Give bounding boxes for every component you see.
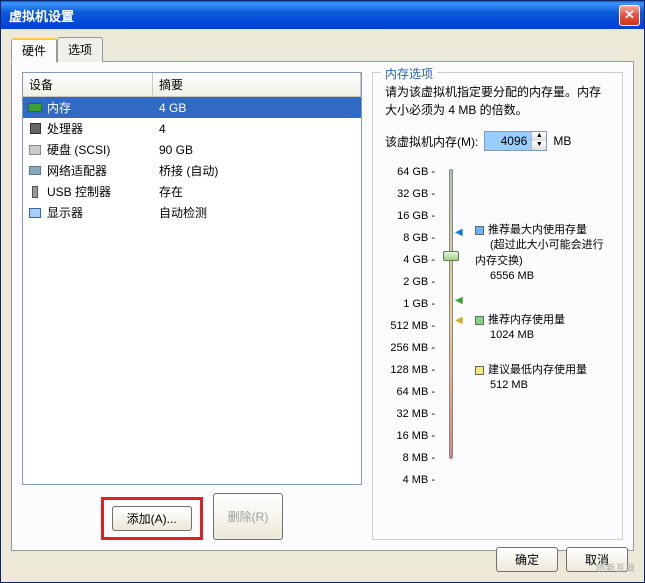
square-blue-icon [475, 226, 484, 235]
device-summary: 4 [153, 122, 357, 136]
scale-labels: 64 GB ‑32 GB ‑16 GB ‑8 GB ‑4 GB ‑2 GB ‑1… [385, 165, 435, 495]
device-name: USB 控制器 [47, 183, 153, 200]
usb-icon [27, 185, 43, 199]
marker-max-icon: ◀ [455, 227, 463, 238]
scale-tick-label: 16 GB ‑ [385, 209, 435, 231]
memory-panel: 内存选项 请为该虚拟机指定要分配的内存量。内存大小必须为 4 MB 的倍数。 该… [372, 72, 623, 540]
table-row[interactable]: USB 控制器存在 [23, 181, 361, 202]
scale-tick-label: 64 MB ‑ [385, 385, 435, 407]
scale-tick-label: 4 MB ‑ [385, 473, 435, 495]
square-green-icon [475, 316, 484, 325]
memory-scale: 64 GB ‑32 GB ‑16 GB ‑8 GB ‑4 GB ‑2 GB ‑1… [385, 165, 610, 495]
titlebar: 虚拟机设置 ✕ [1, 1, 644, 29]
memory-slider-thumb[interactable] [443, 251, 459, 261]
close-button[interactable]: ✕ [619, 5, 640, 26]
marker-min-icon: ◀ [455, 315, 463, 326]
device-table-header: 设备 摘要 [23, 73, 361, 97]
settings-window: 虚拟机设置 ✕ 硬件 选项 设备 摘要 内存4 GB处理器4硬盘 (SCSI)9… [0, 0, 645, 583]
scale-tick-label: 32 GB ‑ [385, 187, 435, 209]
tab-body: 设备 摘要 内存4 GB处理器4硬盘 (SCSI)90 GB网络适配器桥接 (自… [11, 61, 634, 551]
spinner-up-icon[interactable]: ▲ [532, 132, 546, 141]
rec-max-label: 推荐最大内使用存量 [488, 224, 587, 236]
markers-text: 推荐最大内使用存量 (超过此大小可能会进行内存交换) 6556 MB 推荐内存使… [469, 165, 610, 495]
header-summary[interactable]: 摘要 [153, 73, 361, 96]
scale-tick-label: 8 GB ‑ [385, 231, 435, 253]
header-device[interactable]: 设备 [23, 73, 153, 96]
device-rows: 内存4 GB处理器4硬盘 (SCSI)90 GB网络适配器桥接 (自动)USB … [23, 97, 361, 223]
device-name: 内存 [47, 99, 153, 116]
device-panel: 设备 摘要 内存4 GB处理器4硬盘 (SCSI)90 GB网络适配器桥接 (自… [22, 72, 362, 540]
spinner-arrows: ▲ ▼ [531, 132, 546, 150]
spinner-down-icon[interactable]: ▼ [532, 141, 546, 150]
device-summary: 自动检测 [153, 204, 357, 221]
window-title: 虚拟机设置 [9, 6, 619, 25]
hdd-icon [27, 143, 43, 157]
rec-max-sub: (超过此大小可能会进行内存交换) [475, 239, 604, 266]
table-row[interactable]: 处理器4 [23, 118, 361, 139]
add-highlight-box: 添加(A)... [101, 497, 203, 540]
cpu-icon [27, 122, 43, 136]
watermark: 创新互联 [596, 561, 636, 574]
scale-tick-label: 32 MB ‑ [385, 407, 435, 429]
remove-button: 删除(R) [213, 493, 284, 540]
rec-label: 推荐内存使用量 [488, 314, 565, 326]
min-block: 建议最低内存使用量 512 MB [475, 363, 587, 394]
scale-tick-label: 512 MB ‑ [385, 319, 435, 341]
scale-tick-label: 2 GB ‑ [385, 275, 435, 297]
scale-tick-label: 64 GB ‑ [385, 165, 435, 187]
memory-description: 请为该虚拟机指定要分配的内存量。内存大小必须为 4 MB 的倍数。 [385, 83, 610, 119]
table-row[interactable]: 内存4 GB [23, 97, 361, 118]
device-name: 处理器 [47, 120, 153, 137]
device-name: 显示器 [47, 204, 153, 221]
table-row[interactable]: 显示器自动检测 [23, 202, 361, 223]
scale-track[interactable]: ◀ ◀ ◀ [441, 165, 463, 495]
scale-tick-label: 16 MB ‑ [385, 429, 435, 451]
scale-tick-label: 1 GB ‑ [385, 297, 435, 319]
memory-unit: MB [553, 134, 571, 148]
memory-input[interactable] [485, 132, 531, 150]
disp-icon [27, 206, 43, 220]
scale-tick-label: 4 GB ‑ [385, 253, 435, 275]
min-val: 512 MB [475, 379, 528, 391]
tab-hardware[interactable]: 硬件 [11, 38, 57, 63]
min-label: 建议最低内存使用量 [488, 364, 587, 376]
marker-rec-icon: ◀ [455, 295, 463, 306]
table-row[interactable]: 硬盘 (SCSI)90 GB [23, 139, 361, 160]
rec-val: 1024 MB [475, 329, 534, 341]
content-area: 硬件 选项 设备 摘要 内存4 GB处理器4硬盘 (SCSI)90 GB网络适配… [1, 29, 644, 582]
device-table: 设备 摘要 内存4 GB处理器4硬盘 (SCSI)90 GB网络适配器桥接 (自… [22, 72, 362, 485]
mem-icon [27, 101, 43, 115]
scale-tick-label: 8 MB ‑ [385, 451, 435, 473]
device-name: 网络适配器 [47, 162, 153, 179]
rec-max-block: 推荐最大内使用存量 (超过此大小可能会进行内存交换) 6556 MB [475, 223, 610, 285]
rec-block: 推荐内存使用量 1024 MB [475, 313, 565, 344]
scale-tick-label: 128 MB ‑ [385, 363, 435, 385]
memory-group-title: 内存选项 [381, 65, 437, 82]
add-button[interactable]: 添加(A)... [112, 506, 192, 531]
device-buttons: 添加(A)... 删除(R) [22, 493, 362, 540]
rec-max-val: 6556 MB [475, 270, 534, 282]
ok-button[interactable]: 确定 [496, 547, 558, 572]
memory-groupbox: 内存选项 请为该虚拟机指定要分配的内存量。内存大小必须为 4 MB 的倍数。 该… [372, 72, 623, 540]
memory-input-row: 该虚拟机内存(M): ▲ ▼ MB [385, 131, 610, 151]
tab-options[interactable]: 选项 [57, 37, 103, 62]
net-icon [27, 164, 43, 178]
device-summary: 90 GB [153, 143, 357, 157]
device-summary: 桥接 (自动) [153, 162, 357, 179]
tab-strip: 硬件 选项 [11, 37, 634, 62]
square-yellow-icon [475, 366, 484, 375]
table-row[interactable]: 网络适配器桥接 (自动) [23, 160, 361, 181]
track-line [449, 169, 453, 459]
device-summary: 存在 [153, 183, 357, 200]
device-summary: 4 GB [153, 101, 357, 115]
close-icon: ✕ [624, 7, 635, 23]
scale-tick-label: 256 MB ‑ [385, 341, 435, 363]
memory-spinner[interactable]: ▲ ▼ [484, 131, 547, 151]
memory-input-label: 该虚拟机内存(M): [385, 133, 478, 150]
device-name: 硬盘 (SCSI) [47, 141, 153, 158]
